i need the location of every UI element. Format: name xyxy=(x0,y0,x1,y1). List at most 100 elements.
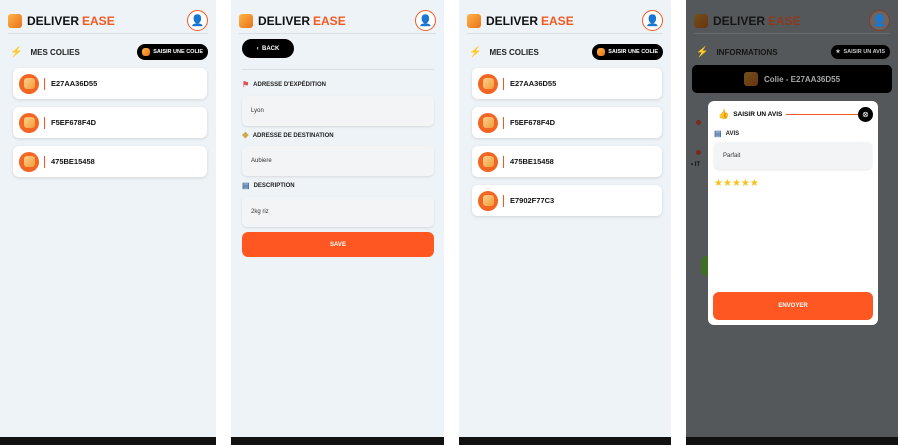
avatar[interactable]: 👤 xyxy=(642,10,663,31)
box-icon xyxy=(467,13,481,28)
timeline-dot xyxy=(696,150,701,155)
app-header: DELIVER EASE 👤 xyxy=(8,8,208,34)
description-input[interactable]: 2kg riz xyxy=(242,197,434,227)
divider xyxy=(242,69,434,70)
colie-id: E27AA36D55 xyxy=(51,79,98,88)
package-icon xyxy=(478,190,498,211)
brand-accent: EASE xyxy=(768,13,801,28)
flag-icon: ⚑ xyxy=(242,80,250,89)
package-icon xyxy=(478,112,498,133)
modal-title: SAISIR UN AVIS xyxy=(733,111,783,118)
logo: DELIVER EASE xyxy=(8,13,115,28)
submit-button[interactable]: ENVOYER xyxy=(713,292,873,320)
modal-header: 👍 SAISIR UN AVIS xyxy=(718,109,870,120)
destination-address-input[interactable]: Aubiere xyxy=(242,146,434,176)
package-icon xyxy=(478,151,498,172)
box-icon xyxy=(239,13,253,28)
add-colie-button[interactable]: SAISIR UNE COLIE xyxy=(592,44,663,60)
brand-accent: EASE xyxy=(82,13,115,28)
field-label: ▤ AVIS xyxy=(714,129,740,138)
box-icon xyxy=(142,48,151,56)
colie-id: F5EF678F4D xyxy=(510,118,556,127)
avatar[interactable]: 👤 xyxy=(187,10,208,31)
colie-header: Colie - E27AA36D55 xyxy=(692,65,892,93)
brand: DELIVER xyxy=(486,13,539,28)
signpost-icon: ✥ xyxy=(242,131,249,140)
box-icon xyxy=(743,72,758,86)
brand-accent: EASE xyxy=(541,13,574,28)
app-header: DELIVER EASE 👤 xyxy=(467,8,663,34)
star-icon: ★ xyxy=(835,49,841,55)
avatar[interactable]: 👤 xyxy=(415,10,436,31)
box-icon xyxy=(597,48,606,56)
colie-title: Colie - E27AA36D55 xyxy=(763,74,841,84)
star-icon[interactable]: ★ xyxy=(750,178,759,189)
colie-id: F5EF678F4D xyxy=(51,118,97,127)
thumbs-up-icon: 👍 xyxy=(718,109,730,119)
system-nav-bar xyxy=(231,437,444,445)
back-button[interactable]: ‹ BACK xyxy=(242,39,294,58)
system-nav-bar xyxy=(686,437,898,445)
review-input[interactable]: Parfait xyxy=(714,142,872,169)
field-label: ⚑ ADRESSE D'EXPÉDITION xyxy=(242,80,326,89)
field-label: ✥ ADRESSE DE DESTINATION xyxy=(242,131,334,140)
package-icon xyxy=(19,73,39,94)
screen-add-colie: DELIVER EASE 👤 ‹ BACK ⚑ ADRESSE D'EXPÉDITI… xyxy=(231,0,444,445)
package-icon xyxy=(19,112,39,133)
app-header: DELIVER EASE 👤 xyxy=(239,8,436,34)
list-item[interactable]: E7902F77C3 xyxy=(472,185,662,216)
logo: DELIVER EASE xyxy=(694,13,801,28)
back-label: BACK xyxy=(262,45,280,52)
close-icon[interactable]: ⊗ xyxy=(858,107,873,122)
star-rating[interactable]: ★★★★★ xyxy=(714,178,759,189)
section-header: ⚡ MES COLIES SAISIR UNE COLIE xyxy=(10,43,208,61)
list-item[interactable]: F5EF678F4D xyxy=(13,107,207,138)
add-colie-button[interactable]: SAISIR UNE COLIE xyxy=(137,44,208,60)
brand: DELIVER xyxy=(713,13,766,28)
colie-id: 475BE15458 xyxy=(51,157,95,166)
review-button[interactable]: ★ SAISIR UN AVIS xyxy=(830,45,890,59)
box-icon xyxy=(8,13,22,28)
screen-review-modal: DELIVER EASE 👤 ⚡ INFORMATIONS ★ SAISIR UN A… xyxy=(686,0,898,445)
brand-accent: EASE xyxy=(313,13,346,28)
section-header: ⚡ INFORMATIONS ★ SAISIR UN AVIS xyxy=(696,43,890,61)
clipboard-icon: ▤ xyxy=(714,129,722,138)
screen-colie-list: DELIVER EASE 👤 ⚡ MES COLIES SAISIR UNE COL… xyxy=(0,0,216,445)
list-item[interactable]: 475BE15458 xyxy=(472,146,662,177)
section-header: ⚡ MES COLIES SAISIR UNE COLIE xyxy=(469,43,663,61)
system-nav-bar xyxy=(459,437,671,445)
logo: DELIVER EASE xyxy=(467,13,574,28)
app-header: DELIVER EASE 👤 xyxy=(694,8,890,34)
package-icon xyxy=(478,73,498,94)
star-icon[interactable]: ★ xyxy=(741,178,750,189)
star-icon[interactable]: ★ xyxy=(714,178,723,189)
box-icon xyxy=(694,13,708,28)
list-item[interactable]: F5EF678F4D xyxy=(472,107,662,138)
shipping-address-input[interactable]: Lyon xyxy=(242,96,434,126)
review-label: SAISIR UN AVIS xyxy=(843,49,885,55)
package-icon xyxy=(19,151,39,172)
timeline-dot xyxy=(696,120,701,125)
list-item[interactable]: E27AA36D55 xyxy=(13,68,207,99)
bolt-icon: ⚡ xyxy=(696,46,709,58)
add-colie-label: SAISIR UNE COLIE xyxy=(153,49,203,55)
list-item[interactable]: E27AA36D55 xyxy=(472,68,662,99)
star-icon[interactable]: ★ xyxy=(723,178,732,189)
logo: DELIVER EASE xyxy=(239,13,346,28)
bolt-icon: ⚡ xyxy=(469,46,482,58)
section-title: MES COLIES xyxy=(30,47,80,57)
avatar[interactable]: 👤 xyxy=(869,10,890,31)
list-item[interactable]: 475BE15458 xyxy=(13,146,207,177)
section-title: MES COLIES xyxy=(489,47,539,57)
field-label: ▤ DESCRIPTION xyxy=(242,181,295,190)
section-title: INFORMATIONS xyxy=(716,47,778,57)
save-button[interactable]: SAVE xyxy=(242,232,434,257)
bolt-icon: ⚡ xyxy=(10,46,23,58)
system-nav-bar xyxy=(0,437,216,445)
review-modal: 👍 SAISIR UN AVIS ⊗ ▤ AVIS Parfait ★★★★★ EN… xyxy=(708,101,878,325)
screen-colie-list-updated: DELIVER EASE 👤 ⚡ MES COLIES SAISIR UNE COL… xyxy=(459,0,671,445)
star-icon[interactable]: ★ xyxy=(732,178,741,189)
colie-id: E27AA36D55 xyxy=(510,79,557,88)
brand: DELIVER xyxy=(27,13,80,28)
colie-id: 475BE15458 xyxy=(510,157,554,166)
